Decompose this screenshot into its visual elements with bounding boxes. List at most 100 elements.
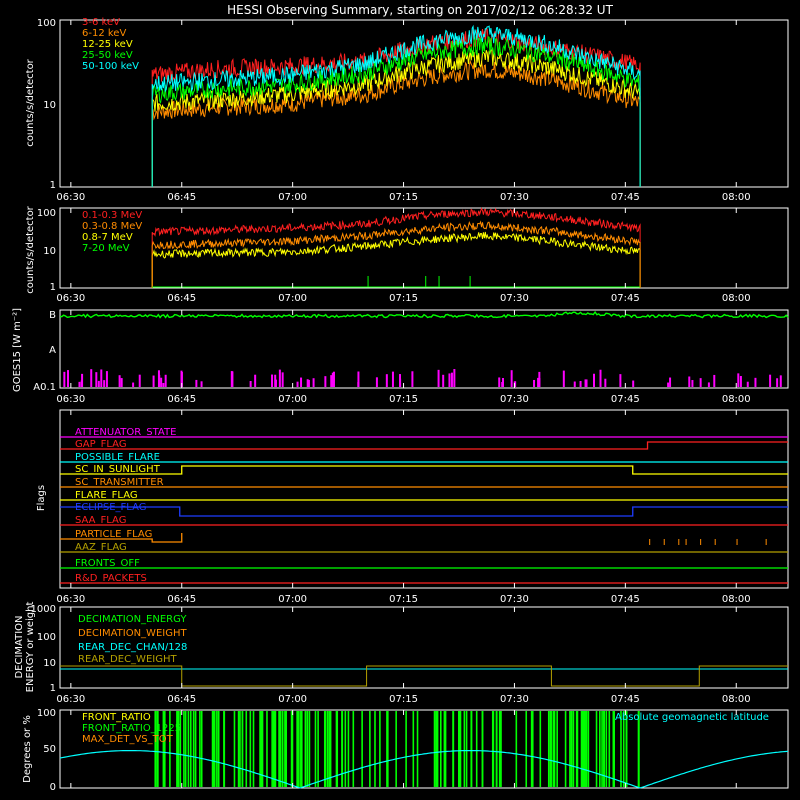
y-tick-label: 100 [37,632,56,643]
y-axis-label: Degrees or % [22,715,33,783]
y-tick-label: 0 [50,782,56,793]
y-tick-label: 1 [50,683,56,694]
x-tick-label: 07:15 [389,192,418,203]
series-line [151,207,641,288]
y-axis-label: counts/s/detector [25,58,36,146]
legend-entry: REAR_DEC_CHAN/128 [78,642,187,653]
x-tick-label: 07:15 [389,293,418,304]
x-tick-label: 07:45 [611,394,640,405]
x-tick-label: 08:00 [722,293,751,304]
x-tick-label: 06:30 [56,594,85,605]
panel-flags: ATTENUATOR_STATEGAP_FLAGPOSSIBLE_FLARESC… [36,409,789,589]
chart-title: HESSI Observing Summary, starting on 201… [227,3,613,17]
x-tick-label: 06:45 [167,594,196,605]
panel-frame [59,207,789,289]
legend-entry: DECIMATION_WEIGHT [78,628,187,639]
flag-label: SC_TRANSMITTER [75,477,164,488]
y-tick-label: 1 [50,180,56,191]
legend-entry: 7-20 MeV [82,243,130,254]
panel-high-energy: 100 10 1 counts/s/detector 0.1-0.3 MeV 0… [25,205,789,294]
x-tick-label: 07:15 [389,694,418,705]
legend: 3-6 keV 6-12 keV 12-25 keV 25-50 keV 50-… [82,17,139,72]
flag-line [60,441,788,450]
panel-frame [59,309,789,389]
x-tick-label: 07:30 [500,594,529,605]
flag-label: AAZ_FLAG [75,542,127,553]
x-tick-label: 07:45 [611,694,640,705]
x-tick-label: 07:30 [500,394,529,405]
flag-label: PARTICLE_FLAG [75,529,152,540]
panel-decimation: 1000 100 10 1 DECIMATION ENERGY or weigh… [14,602,789,694]
legend: DECIMATION_ENERGY DECIMATION_WEIGHT REAR… [78,614,187,665]
legend-entry: 50-100 keV [82,61,139,72]
panel-low-energy: 100 10 1 counts/s/detector 3-6 keV 6-12 … [25,17,789,191]
x-tick-label: 07:00 [278,594,307,605]
goes-line [59,310,789,319]
annotation: Absolute geomagnetic latitude [615,712,769,723]
hessi-summary-chart: HESSI Observing Summary, starting on 201… [12,3,789,793]
y-tick-label: B [49,310,56,321]
legend: 0.1-0.3 MeV 0.3-0.8 MeV 0.8-7 MeV 7-20 M… [82,210,142,254]
flag-label: SAA_FLAG [75,515,126,526]
x-tick-label: 06:30 [56,293,85,304]
legend-entry: DECIMATION_ENERGY [78,614,187,625]
x-tick-label: 07:30 [500,293,529,304]
y-tick-label: 50 [43,744,56,755]
legend-entry: REAR_DEC_WEIGHT [78,654,177,665]
legend-entry: 0.1-0.3 MeV [82,210,142,221]
x-tick-label: 07:00 [278,394,307,405]
series-line [151,24,641,187]
y-axis-label: counts/s/detector [25,205,36,293]
legend-entry: FRONT_RATIO [82,712,151,723]
legend-entry: 12-25 keV [82,39,133,50]
x-tick-label: 06:30 [56,694,85,705]
x-tick-label: 07:45 [611,293,640,304]
y-tick-label: 10 [43,100,56,111]
y-axis-label: GOES15 [W m⁻²] [12,308,23,392]
x-tick-label: 06:45 [167,394,196,405]
x-tick-label: 07:45 [611,594,640,605]
x-tick-label: 06:30 [56,394,85,405]
y-tick-label: 10 [43,658,56,669]
y-tick-label: A [49,345,56,356]
y-axis-label: Flags [36,485,47,511]
x-tick-label: 08:00 [722,694,751,705]
panel-ratios: FRONT_RATIOFRONT_RATIO_1225MAX_DET_VS_TO… [22,708,789,793]
x-tick-label: 07:00 [278,192,307,203]
legend-entry: 6-12 keV [82,28,126,39]
x-tick-label: 08:00 [722,192,751,203]
y-axis-label-2: ENERGY or weight [25,602,36,693]
y-tick-label: 100 [37,18,56,29]
x-tick-label: 07:00 [278,293,307,304]
legend-entry: MAX_DET_VS_TOT [82,734,174,745]
legend-entry: 25-50 keV [82,50,133,61]
flag-label: GAP_FLAG [75,439,127,450]
legend-entry: 0.3-0.8 MeV [82,221,142,232]
flag-label: FLARE_FLAG [75,490,138,501]
x-tick-label: 07:00 [278,694,307,705]
y-tick-label: 100 [37,708,56,719]
flag-label: R&D_PACKETS [75,573,147,584]
flag-label: POSSIBLE_FLARE [75,452,160,463]
flag-line [60,465,788,475]
x-tick-label: 06:45 [167,694,196,705]
x-tick-label: 06:45 [167,293,196,304]
flag-line [60,506,788,517]
y-tick-label: 1 [50,282,56,293]
flag-label: SC_IN_SUNLIGHT [75,464,161,475]
flag-label: ATTENUATOR_STATE [75,427,176,438]
y-axis-label: DECIMATION [14,615,25,678]
legend-entry: 0.8-7 MeV [82,232,133,243]
x-tick-label: 08:00 [722,394,751,405]
series-line [151,48,641,187]
x-tick-label: 08:00 [722,594,751,605]
panel-goes: B A A0.1 GOES15 [W m⁻²] [12,308,789,393]
x-tick-label: 07:30 [500,192,529,203]
x-tick-label: 07:45 [611,192,640,203]
x-tick-label: 07:15 [389,394,418,405]
flag-label: ECLIPSE_FLAG [75,502,146,513]
y-tick-label: 100 [37,208,56,219]
x-tick-label: 07:30 [500,694,529,705]
x-tick-label: 07:15 [389,594,418,605]
y-tick-label: 10 [43,246,56,257]
